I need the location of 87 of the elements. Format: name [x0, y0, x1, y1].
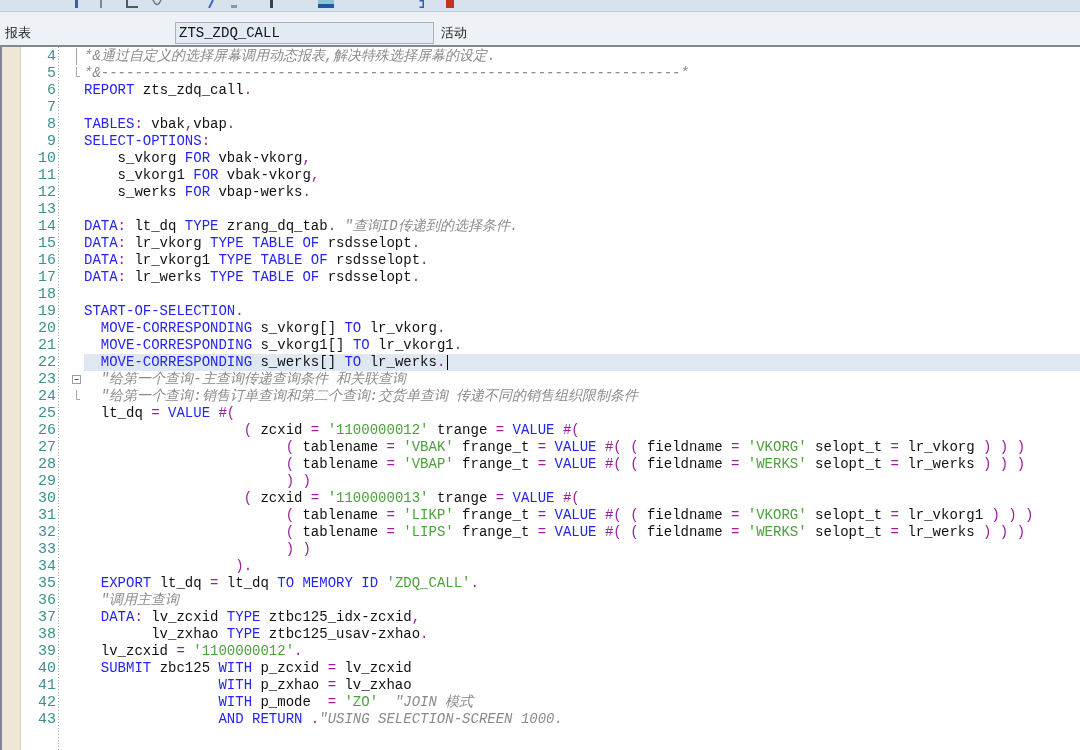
- line-number: 23: [38, 371, 56, 388]
- cropped-toolbar-icon[interactable]: [318, 0, 334, 8]
- line-number: 34: [38, 558, 56, 575]
- line-number: 19: [38, 303, 56, 320]
- line-number: 35: [38, 575, 56, 592]
- code-line: DATA: lt_dq TYPE zrang_dq_tab. "查询ID传递到的选择条件.: [84, 218, 519, 234]
- line-number: 12: [38, 184, 56, 201]
- code-line: *&---------------------------------------------------------------------*: [84, 65, 689, 81]
- code-line: DATA: lr_vkorg1 TYPE TABLE OF rsdsselopt.: [84, 252, 429, 268]
- code-line: TABLES: vbak,vbap.: [84, 116, 236, 132]
- line-number: 6: [47, 82, 56, 99]
- line-number: 27: [38, 439, 56, 456]
- line-number: 41: [38, 677, 56, 694]
- code-line: SELECT-OPTIONS:: [84, 133, 211, 149]
- code-line: START-OF-SELECTION.: [84, 303, 244, 319]
- line-number: 16: [38, 252, 56, 269]
- line-number: 26: [38, 422, 56, 439]
- code-line: s_werks FOR vbap-werks.: [117, 184, 311, 200]
- text-cursor: [447, 354, 449, 370]
- code-line: s_vkorg FOR vbak-vkorg,: [117, 150, 311, 166]
- code-line: ).: [235, 558, 253, 574]
- line-number: 17: [38, 269, 56, 286]
- code-line: ( tablename = 'VBAK' frange_t = VALUE #( ( fieldname = 'VKORG' selopt_t = lr_vkorg ) ) ): [285, 439, 1026, 455]
- line-number: 13: [38, 201, 56, 218]
- code-line: "给第一个查询:销售订单查询和第二个查询:交货单查询 传递不同的销售组织限制条件: [100, 388, 639, 404]
- code-line: "调用主查询: [100, 592, 180, 608]
- line-number: 40: [38, 660, 56, 677]
- code-line: ) ): [285, 541, 311, 557]
- line-number: 29: [38, 473, 56, 490]
- line-number: 18: [38, 286, 56, 303]
- line-number: 37: [38, 609, 56, 626]
- code-line: s_vkorg1 FOR vbak-vkorg,: [117, 167, 320, 183]
- cropped-toolbar-icon[interactable]: [126, 0, 138, 8]
- field-label: 报表: [4, 23, 32, 42]
- code-line: lv_zcxid = '1100000012'.: [100, 643, 303, 659]
- cropped-toolbar-icon[interactable]: [419, 0, 424, 8]
- line-number: 10: [38, 150, 56, 167]
- code-line: MOVE-CORRESPONDING s_vkorg[] TO lr_vkorg.: [100, 320, 446, 336]
- line-number: 28: [38, 456, 56, 473]
- line-number: 8: [47, 116, 56, 133]
- line-number: 21: [38, 337, 56, 354]
- line-number: 36: [38, 592, 56, 609]
- code-line: lv_zxhao TYPE ztbc125_usav-zxhao.: [151, 626, 429, 642]
- code-line: ( zcxid = '1100000013' trange = VALUE #(: [243, 490, 580, 506]
- code-line: MOVE-CORRESPONDING s_werks[] TO lr_werks.: [100, 354, 446, 370]
- line-number: 30: [38, 490, 56, 507]
- code-line: "给第一个查询-主查询传递查询条件 和关联查询: [100, 371, 407, 387]
- line-number: 7: [47, 99, 56, 116]
- line-number: 43: [38, 711, 56, 728]
- code-line: ) ): [285, 473, 311, 489]
- code-line: lt_dq = VALUE #(: [100, 405, 236, 421]
- code-line: REPORT zts_zdq_call.: [84, 82, 253, 98]
- code-line: ( tablename = 'LIPS' frange_t = VALUE #( ( fieldname = 'WERKS' selopt_t = lr_werks ) ) ): [285, 524, 1026, 540]
- line-number: 31: [38, 507, 56, 524]
- line-number: 42: [38, 694, 56, 711]
- line-number: 14: [38, 218, 56, 235]
- program-name-field[interactable]: ZTS_ZDQ_CALL: [175, 21, 434, 44]
- line-number: 25: [38, 405, 56, 422]
- line-number: 4: [47, 48, 56, 65]
- line-number: 20: [38, 320, 56, 337]
- cropped-toolbar-icon[interactable]: [208, 0, 214, 8]
- code-line: WITH p_mode = 'ZO' "JOIN 模式: [218, 694, 474, 710]
- code-line: ( tablename = 'VBAP' frange_t = VALUE #( ( fieldname = 'WERKS' selopt_t = lr_werks ) ) ): [285, 456, 1026, 472]
- code-line: WITH p_zxhao = lv_zxhao: [218, 677, 412, 693]
- code-line: ( zcxid = '1100000012' trange = VALUE #(: [243, 422, 580, 438]
- line-number: 24: [38, 388, 56, 405]
- code-line: MOVE-CORRESPONDING s_vkorg1[] TO lr_vkorg1.: [100, 337, 463, 353]
- cropped-toolbar-icon[interactable]: [152, 0, 162, 8]
- cropped-toolbar-icon[interactable]: [99, 0, 103, 8]
- code-line: *&通过自定义的选择屏幕调用动态报表,解决特殊选择屏幕的设定.: [84, 48, 496, 64]
- code-line: EXPORT lt_dq = lt_dq TO MEMORY ID 'ZDQ_CALL'.: [100, 575, 479, 591]
- line-number: 38: [38, 626, 56, 643]
- code-line: DATA: lr_vkorg TYPE TABLE OF rsdsselopt.: [84, 235, 421, 251]
- line-number: 39: [38, 643, 56, 660]
- code-line: SUBMIT zbc125 WITH p_zcxid = lv_zcxid: [100, 660, 412, 676]
- line-number: 11: [38, 167, 56, 184]
- line-number: 9: [47, 133, 56, 150]
- line-number: 15: [38, 235, 56, 252]
- line-number: 5: [47, 65, 56, 82]
- line-number: 33: [38, 541, 56, 558]
- code-line: DATA: lr_werks TYPE TABLE OF rsdsselopt.: [84, 269, 421, 285]
- code-line: ( tablename = 'LIKP' frange_t = VALUE #( ( fieldname = 'VKORG' selopt_t = lr_vkorg1 ) ) ): [285, 507, 1034, 523]
- line-number: 32: [38, 524, 56, 541]
- status-text: 活动: [441, 23, 467, 42]
- code-line: DATA: lv_zcxid TYPE ztbc125_idx-zcxid,: [100, 609, 421, 625]
- code-line: AND RETURN ."USING SELECTION-SCREEN 1000.: [218, 711, 563, 727]
- line-number: 22: [38, 354, 56, 371]
